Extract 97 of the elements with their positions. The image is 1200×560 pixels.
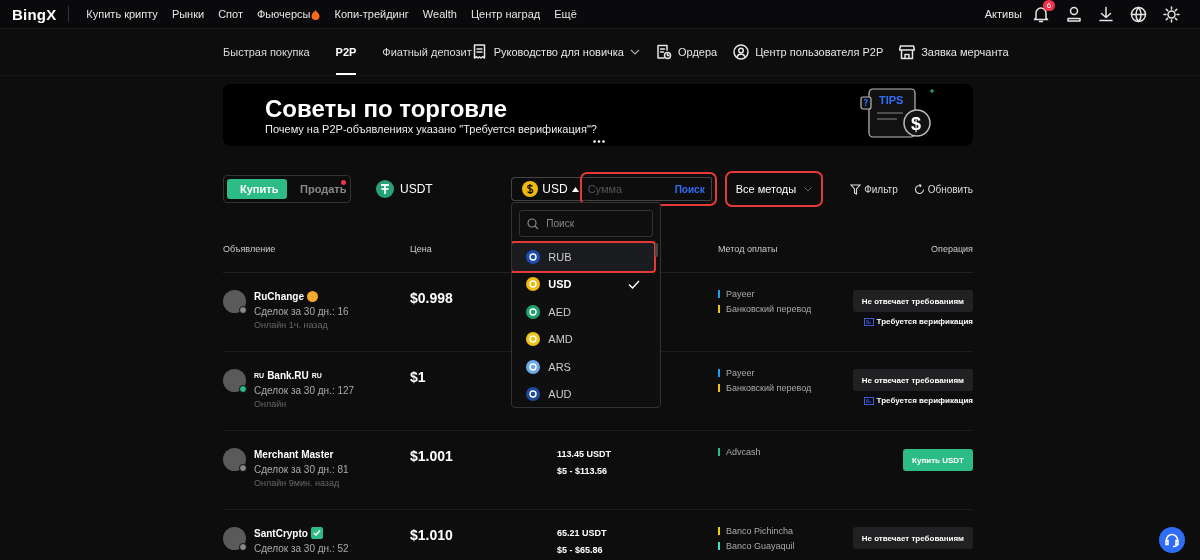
nav-link[interactable]: Спот <box>211 8 250 20</box>
id-card-icon <box>863 396 874 405</box>
guide-icon <box>471 44 488 60</box>
nav-link[interactable]: Центр наград <box>463 8 548 20</box>
currency-option[interactable]: USD <box>512 270 655 298</box>
merchant-name[interactable]: SantCrypto <box>254 527 308 539</box>
merchant-name[interactable]: Bank.RU <box>267 369 309 381</box>
nav-link[interactable]: Руководство для новичка <box>471 44 640 60</box>
column-header: Цена <box>410 244 433 254</box>
nav-link[interactable]: Центр пользователя P2P <box>733 44 884 60</box>
sun-icon[interactable] <box>1163 5 1180 23</box>
available-amount: 113.45 USDT <box>557 449 613 459</box>
deals-count: Сделок за 30 дн.: 81 <box>254 464 349 475</box>
coin-label: USDT <box>400 182 433 196</box>
currency-option[interactable]: AUD <box>512 380 655 407</box>
payment-method: Payeer <box>726 368 755 378</box>
requirements-button[interactable]: Не отвечает требованиям <box>852 369 973 391</box>
currency-option[interactable]: AED <box>512 298 655 326</box>
banner-subtitle: Почему на P2P-объявлениях указано "Требуется верификация"? <box>265 122 598 135</box>
page-tab[interactable]: Быстрая покупка <box>223 29 310 75</box>
currency-option[interactable]: ARS <box>512 353 655 381</box>
avatar <box>223 527 246 550</box>
side-tab[interactable]: Продать <box>287 179 347 199</box>
notification-badge: 6 <box>1043 0 1055 11</box>
page-tab[interactable]: P2P <box>335 29 357 75</box>
download-icon[interactable] <box>1098 6 1114 22</box>
nav-link[interactable]: Ещё <box>547 8 584 20</box>
avatar <box>223 369 246 392</box>
promo-banner[interactable]: Советы по торговле Почему на P2P-объявлениях указано "Требуется верификация"? ? TIPS $ <box>223 84 973 146</box>
price: $1.001 <box>410 447 454 466</box>
requirements-button[interactable]: Не отвечает требованиям <box>852 527 973 549</box>
order-limit: $5 - $113.56 <box>557 466 609 476</box>
search-icon <box>527 217 540 230</box>
orders-icon <box>655 44 672 60</box>
user-icon[interactable] <box>1066 6 1082 22</box>
payment-method: Банковский перевод <box>726 304 812 314</box>
order-limit: $5 - $65.86 <box>557 545 604 555</box>
avatar <box>223 448 246 471</box>
merchant-icon <box>899 44 916 60</box>
online-status: Онлайн 9мин. назад <box>254 478 341 488</box>
deals-count: Сделок за 30 дн.: 127 <box>254 385 355 396</box>
checkmark-icon <box>628 279 641 289</box>
payment-method: Payeer <box>726 289 755 299</box>
nav-link[interactable]: Рынки <box>164 8 212 20</box>
chevron-down-icon <box>804 186 813 192</box>
currency-option[interactable]: RUB <box>512 243 655 271</box>
bingx-logo[interactable]: BingX <box>12 5 57 23</box>
payment-method-select[interactable]: Все методы <box>729 176 819 202</box>
assets-link[interactable]: Активы <box>977 8 1029 20</box>
scrollbar-thumb[interactable] <box>655 243 659 257</box>
refresh-icon <box>913 183 925 195</box>
page-tab[interactable]: Фиатный депозит <box>382 29 472 75</box>
deals-count: Сделок за 30 дн.: 16 <box>254 306 349 317</box>
nav-link[interactable]: Фьючерсы <box>250 8 328 20</box>
verification-note: Требуется верификация <box>876 317 973 326</box>
payment-method: Банковский перевод <box>726 383 812 393</box>
column-header: Метод оплаты <box>718 244 779 254</box>
flame-icon <box>311 8 321 20</box>
payment-method: Banco Pichincha <box>726 526 794 536</box>
coin-badge-icon <box>307 290 318 302</box>
search-field[interactable]: Поиск <box>519 210 654 237</box>
merchant-name[interactable]: Merchant Master <box>254 448 334 460</box>
payment-method: Advcash <box>726 447 761 457</box>
bell-icon[interactable] <box>1033 5 1049 23</box>
price: $1.010 <box>410 526 454 545</box>
online-status: Онлайн <box>254 399 288 409</box>
filter-button[interactable]: Фильтр <box>850 183 898 195</box>
banner-title: Советы по торговле <box>265 95 508 122</box>
refresh-button[interactable]: Обновить <box>913 183 973 195</box>
currency-option[interactable]: AMD <box>512 325 655 353</box>
globe-icon[interactable] <box>1130 5 1147 23</box>
verification-note: Требуется верификация <box>876 396 973 405</box>
verified-check-icon <box>310 527 323 539</box>
search-input[interactable]: Поиск <box>544 217 646 230</box>
notification-dot <box>341 180 346 185</box>
user-icon <box>733 44 750 60</box>
tether-coin-icon <box>376 180 394 198</box>
nav-link[interactable]: Заявка мерчанта <box>899 44 1009 60</box>
filter-icon <box>850 183 862 195</box>
carousel-dots-icon[interactable] <box>593 140 605 143</box>
avatar <box>223 290 246 313</box>
deals-count: Сделок за 30 дн.: 52 <box>254 543 349 554</box>
tips-illustration-drawing: ? TIPS $ <box>859 85 943 145</box>
merchant-name[interactable]: RuChange <box>254 290 304 302</box>
requirements-button[interactable]: Не отвечает требованиям <box>852 290 973 312</box>
nav-link[interactable]: Wealth <box>415 8 464 20</box>
available-amount: 65.21 USDT <box>557 528 608 538</box>
support-headset-icon[interactable] <box>1159 527 1185 553</box>
column-header: Объявление <box>223 244 277 254</box>
online-status: Онлайн 1ч. назад <box>254 320 329 330</box>
column-header: Операция <box>930 244 973 254</box>
payment-method: Banco Guayaquil <box>726 541 795 551</box>
nav-link[interactable]: Ордера <box>655 44 718 60</box>
id-card-icon <box>863 317 874 326</box>
nav-link[interactable]: Купить крипту <box>79 8 165 20</box>
nav-link[interactable]: Копи-трейдинг <box>327 8 416 20</box>
chevron-down-icon <box>629 49 640 55</box>
